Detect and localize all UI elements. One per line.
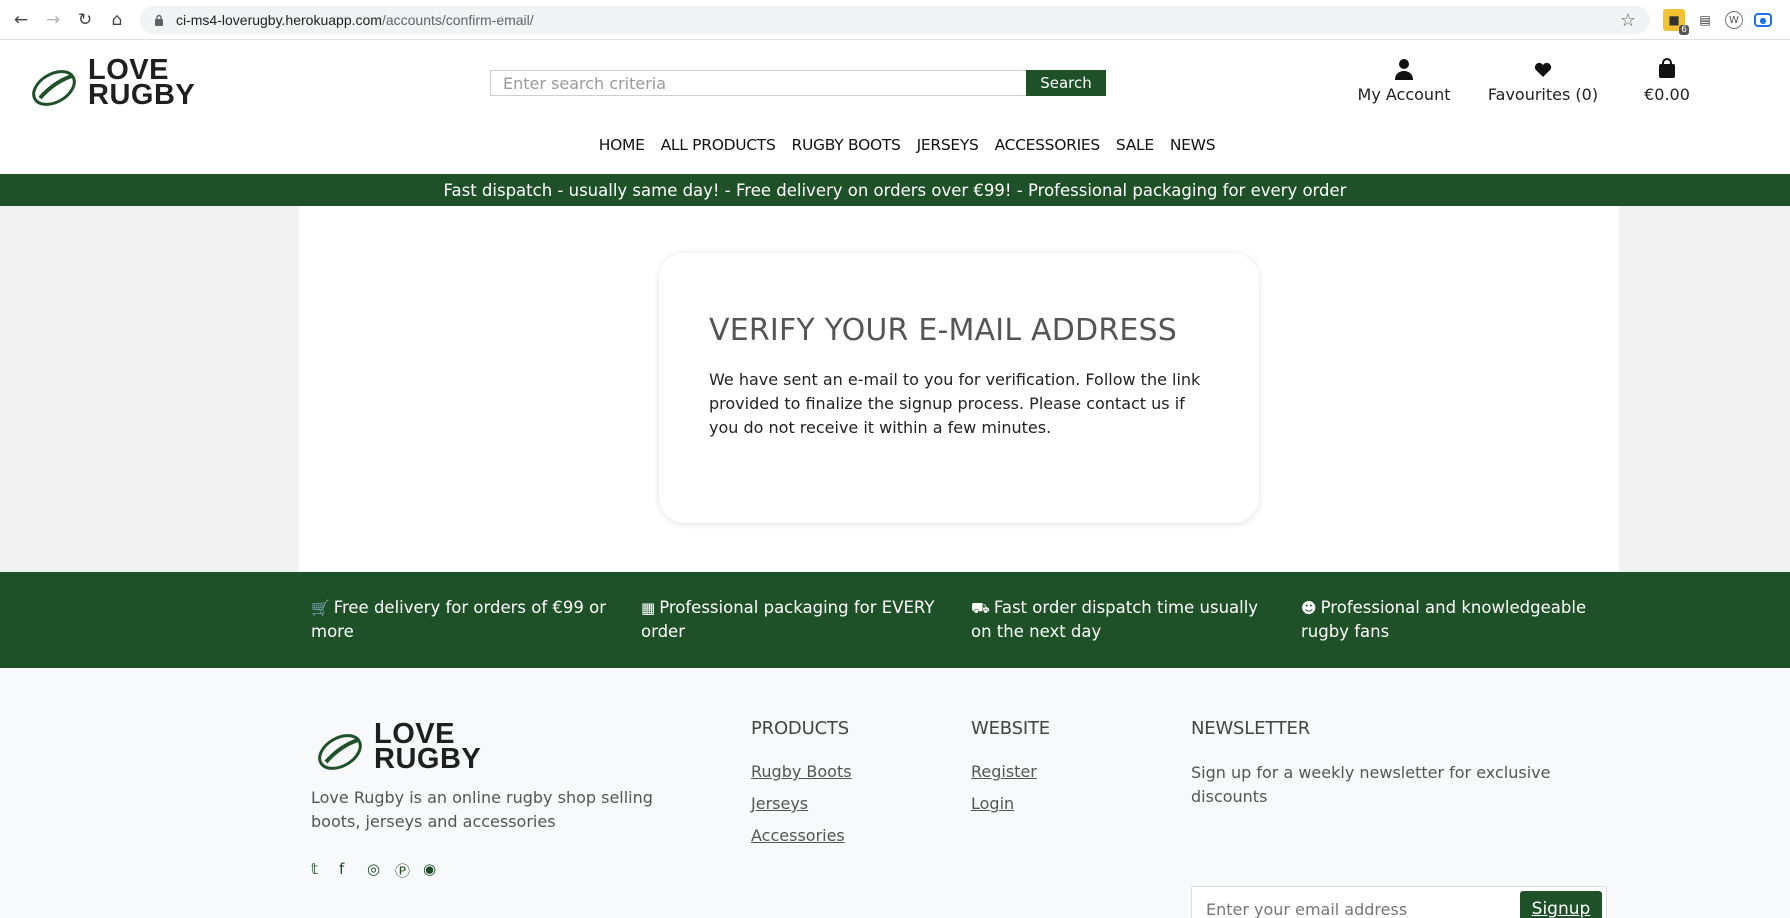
logo-text: LOVE RUGBY <box>374 720 482 775</box>
nav-sale[interactable]: SALE <box>1116 136 1154 154</box>
browser-toolbar: ← → ↻ ⌂ ci-ms4-loverugby.herokuapp.com/a… <box>0 0 1790 40</box>
rugby-ball-icon <box>318 734 362 770</box>
newsletter-signup-button[interactable]: Signup <box>1520 891 1602 918</box>
url-text: ci-ms4-loverugby.herokuapp.com/accounts/… <box>176 12 534 28</box>
footer-newsletter-heading: NEWSLETTER <box>1191 718 1311 739</box>
footer-link-register[interactable]: Register <box>971 761 1050 783</box>
nav-news[interactable]: NEWS <box>1170 136 1216 154</box>
extension-icon[interactable]: ■ 6 <box>1663 9 1689 35</box>
favourites-label: Favourites (0) <box>1487 85 1599 104</box>
nav-home[interactable]: HOME <box>599 136 645 154</box>
cart-icon: 🛒 <box>311 599 330 617</box>
twitter-icon[interactable]: 𝕥 <box>311 860 339 881</box>
search-form: Search <box>490 70 1106 96</box>
pinterest-icon[interactable]: Ⓟ <box>395 860 423 881</box>
shopping-bag-icon <box>1638 58 1696 84</box>
lock-icon <box>154 13 166 27</box>
verify-email-card: VERIFY YOUR E-MAIL ADDRESS We have sent … <box>659 253 1259 523</box>
user-icon <box>1348 58 1460 84</box>
footer-logo[interactable]: LOVE RUGBY <box>316 720 488 775</box>
footer-products: PRODUCTS Rugby Boots Jerseys Accessories <box>751 718 852 857</box>
promo-banner: Fast dispatch - usually same day! - Free… <box>0 174 1790 206</box>
feature-free-delivery: 🛒 Free delivery for orders of €99 or more <box>311 596 621 644</box>
footer-website-heading: WEBSITE <box>971 718 1050 739</box>
feature-text: Professional and knowledgeable rugby fan… <box>1301 598 1587 641</box>
logo-text: LOVE RUGBY <box>88 56 196 111</box>
footer-products-heading: PRODUCTS <box>751 718 849 739</box>
my-account-link[interactable]: My Account <box>1348 58 1460 104</box>
wordpress-extension-icon[interactable]: W <box>1725 11 1743 29</box>
monitor-extension-icon[interactable]: ▤ <box>1694 9 1716 31</box>
footer-about: Love Rugby is an online rugby shop selli… <box>311 788 653 831</box>
reload-icon[interactable]: ↻ <box>74 9 96 31</box>
home-icon[interactable]: ⌂ <box>106 9 128 31</box>
social-links: 𝕥 f ◎ Ⓟ ◉ <box>311 860 451 881</box>
site-logo[interactable]: LOVE RUGBY <box>30 56 202 111</box>
footer-newsletter: NEWSLETTER Sign up for a weekly newslett… <box>1191 718 1611 918</box>
verify-message: We have sent an e-mail to you for verifi… <box>709 370 1201 437</box>
back-icon[interactable]: ← <box>10 9 32 31</box>
newsletter-form: Signup <box>1191 886 1607 918</box>
truck-icon: ⛟ <box>971 599 990 617</box>
smile-icon: ☻ <box>1301 599 1317 617</box>
logo-line-2: RUGBY <box>88 79 196 111</box>
logo-line-2: RUGBY <box>374 743 482 775</box>
main-content: VERIFY YOUR E-MAIL ADDRESS We have sent … <box>299 206 1619 572</box>
nav-rugby-boots[interactable]: RUGBY BOOTS <box>792 136 901 154</box>
footer-link-login[interactable]: Login <box>971 793 1050 815</box>
url-host: ci-ms4-loverugby.herokuapp.com <box>176 12 382 28</box>
address-bar[interactable]: ci-ms4-loverugby.herokuapp.com/accounts/… <box>140 6 1650 34</box>
facebook-icon[interactable]: f <box>339 860 367 881</box>
nav-all-products[interactable]: ALL PRODUCTS <box>661 136 776 154</box>
screen-extension-icon[interactable]: ● <box>1754 13 1772 27</box>
newsletter-email-input[interactable] <box>1206 896 1506 918</box>
site-footer: LOVE RUGBY Love Rugby is an online rugby… <box>0 668 1790 918</box>
heart-icon <box>1484 58 1602 84</box>
footer-link-accessories[interactable]: Accessories <box>751 825 852 847</box>
feature-text: Professional packaging for EVERY order <box>641 598 935 641</box>
forward-icon[interactable]: → <box>42 9 64 31</box>
footer-link-rugby-boots[interactable]: Rugby Boots <box>751 761 852 783</box>
search-input[interactable] <box>490 70 1026 96</box>
bookmark-star-icon[interactable]: ☆ <box>1620 10 1636 31</box>
search-button[interactable]: Search <box>1026 70 1106 96</box>
my-account-label: My Account <box>1357 85 1451 104</box>
features-bar: 🛒 Free delivery for orders of €99 or more… <box>0 572 1790 668</box>
feature-packaging: ▦ Professional packaging for EVERY order <box>641 596 951 644</box>
nav-jerseys[interactable]: JERSEYS <box>917 136 979 154</box>
box-icon: ▦ <box>641 599 656 617</box>
cart-total: €0.00 <box>1644 85 1690 104</box>
feature-text: Free delivery for orders of €99 or more <box>311 598 606 641</box>
footer-link-jerseys[interactable]: Jerseys <box>751 793 852 815</box>
footer-website: WEBSITE Register Login <box>971 718 1050 825</box>
feature-rugby-fans: ☻ Professional and knowledgeable rugby fa… <box>1301 596 1611 644</box>
promo-text: Fast dispatch - usually same day! - Free… <box>443 180 1347 200</box>
favourites-link[interactable]: Favourites (0) <box>1484 58 1602 104</box>
rugby-ball-icon <box>32 70 76 106</box>
extension-badge: 6 <box>1679 25 1689 35</box>
snapchat-icon[interactable]: ◉ <box>423 860 451 881</box>
page-title: VERIFY YOUR E-MAIL ADDRESS <box>709 313 1178 348</box>
nav-accessories[interactable]: ACCESSORIES <box>995 136 1101 154</box>
main-nav: HOME ALL PRODUCTS RUGBY BOOTS JERSEYS AC… <box>0 136 1790 154</box>
feature-dispatch: ⛟ Fast order dispatch time usually on the… <box>971 596 1281 644</box>
cart-link[interactable]: €0.00 <box>1638 58 1696 104</box>
site-header: LOVE RUGBY Search My Account Favourites … <box>0 40 1790 174</box>
newsletter-text: Sign up for a weekly newsletter for excl… <box>1191 763 1551 806</box>
instagram-icon[interactable]: ◎ <box>367 860 395 881</box>
url-path: /accounts/confirm-email/ <box>381 12 534 28</box>
feature-text: Fast order dispatch time usually on the … <box>971 598 1259 641</box>
